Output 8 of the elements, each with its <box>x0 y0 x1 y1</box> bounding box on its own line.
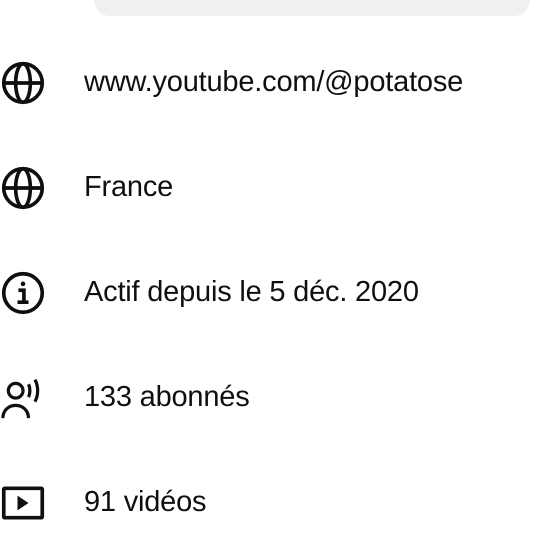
detail-text: 91 vidéos <box>84 486 206 519</box>
globe-icon <box>1 60 45 104</box>
detail-text: Actif depuis le 5 déc. 2020 <box>84 276 419 309</box>
detail-text: www.youtube.com/@potatose <box>84 66 464 99</box>
detail-text: France <box>84 171 174 204</box>
globe-icon <box>1 166 45 210</box>
detail-text: 133 abonnés <box>84 381 250 414</box>
info-icon <box>1 270 45 314</box>
